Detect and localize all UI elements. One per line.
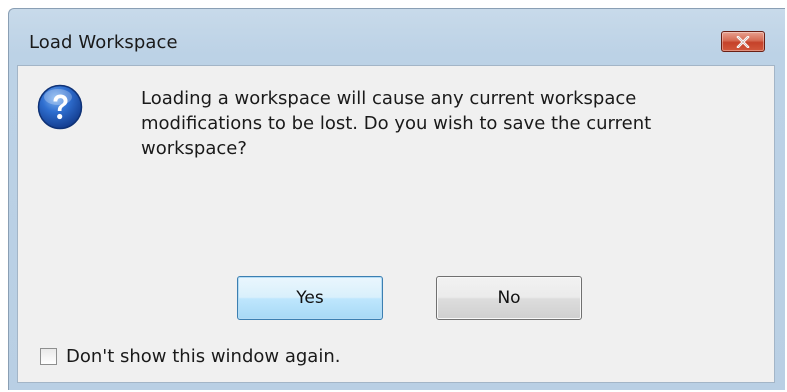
dont-show-again-row[interactable]: Don't show this window again. xyxy=(40,346,340,367)
dialog-message: Loading a workspace will cause any curre… xyxy=(141,88,652,159)
title-bar[interactable]: Load Workspace xyxy=(9,9,785,64)
dont-show-again-label[interactable]: Don't show this window again. xyxy=(66,346,340,367)
dialog-window: Load Workspace Loading a workspace will … xyxy=(8,8,785,390)
dialog-body: Loading a workspace will cause any curre… xyxy=(17,65,775,383)
question-icon xyxy=(37,84,83,130)
close-button[interactable] xyxy=(721,31,765,52)
yes-button[interactable]: Yes xyxy=(237,276,383,320)
page: Load Workspace Loading a workspace will … xyxy=(0,0,787,392)
window-title: Load Workspace xyxy=(29,32,178,53)
dont-show-again-checkbox[interactable] xyxy=(40,348,57,365)
no-button[interactable]: No xyxy=(436,276,582,320)
close-icon xyxy=(736,35,750,48)
